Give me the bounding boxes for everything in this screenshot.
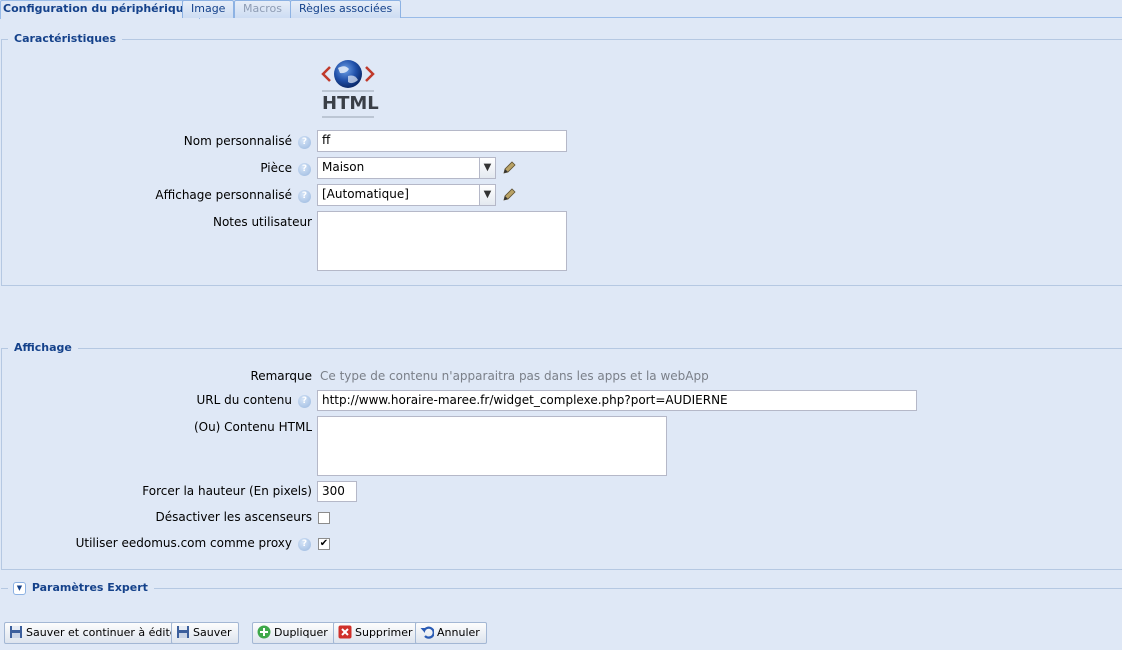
html-content-textarea[interactable] (317, 416, 667, 476)
url-input[interactable]: http://www.horaire-maree.fr/widget_compl… (317, 390, 917, 411)
remark-text: Ce type de contenu n'apparaitra pas dans… (320, 369, 709, 383)
floppy-disk-icon (10, 626, 22, 638)
cancel-label: Annuler (437, 626, 480, 639)
help-icon[interactable]: ? (298, 163, 311, 176)
cancel-button[interactable]: Annuler (415, 622, 487, 644)
chevron-down-icon[interactable]: ▼ (479, 184, 496, 206)
logo-text: HTML (322, 93, 379, 114)
remark-label: Remarque (250, 369, 312, 383)
proxy-label: Utiliser eedomus.com comme proxy (75, 536, 292, 550)
help-icon[interactable]: ? (298, 395, 311, 408)
undo-icon (420, 626, 434, 639)
display-label: Affichage personnalisé (155, 188, 292, 202)
expert-section-rule (1, 588, 1122, 589)
help-icon[interactable]: ? (298, 190, 311, 203)
chevron-down-icon[interactable]: ▼ (479, 157, 496, 179)
floppy-disk-icon (177, 626, 189, 638)
save-continue-button[interactable]: Sauver et continuer à éditer (4, 622, 189, 644)
delete-button[interactable]: Supprimer (333, 622, 420, 644)
notes-label: Notes utilisateur (212, 215, 312, 229)
html-globe-icon: HTML (318, 56, 380, 120)
custom-name-input[interactable]: ff (317, 130, 567, 152)
url-label: URL du contenu (196, 393, 292, 407)
delete-icon (338, 625, 352, 639)
scroll-checkbox[interactable] (318, 512, 330, 524)
tab-image[interactable]: Image (182, 0, 235, 18)
help-icon[interactable]: ? (298, 538, 311, 551)
plus-circle-icon (257, 625, 271, 639)
tab-configuration[interactable]: Configuration du périphérique (0, 0, 201, 19)
html-content-label: (Ou) Contenu HTML (193, 420, 312, 434)
delete-label: Supprimer (355, 626, 413, 639)
scroll-label: Désactiver les ascenseurs (155, 510, 313, 524)
room-label: Pièce (260, 161, 292, 175)
expert-toggle[interactable]: ▼ Paramètres Expert (8, 580, 154, 596)
save-button[interactable]: Sauver (171, 622, 239, 644)
custom-name-label: Nom personnalisé (183, 134, 292, 148)
help-icon[interactable]: ? (298, 136, 311, 149)
room-select[interactable]: Maison (317, 157, 480, 179)
height-label: Forcer la hauteur (En pixels) (142, 484, 312, 498)
pencil-icon[interactable] (501, 187, 517, 203)
height-input[interactable]: 300 (317, 481, 357, 502)
characteristics-legend: Caractéristiques (8, 32, 123, 45)
expert-legend: Paramètres Expert (31, 581, 148, 594)
pencil-icon[interactable] (501, 160, 517, 176)
display-select[interactable]: [Automatique] (317, 184, 480, 206)
affichage-legend: Affichage (8, 341, 78, 354)
tab-macros: Macros (234, 0, 292, 18)
tab-bar: Configuration du périphérique Image Macr… (0, 0, 1122, 19)
notes-textarea[interactable] (317, 211, 567, 271)
proxy-checkbox[interactable]: ✔ (318, 538, 330, 550)
save-continue-label: Sauver et continuer à éditer (26, 626, 182, 639)
tab-associated-rules[interactable]: Règles associées (290, 0, 402, 18)
chevron-down-icon: ▼ (13, 582, 26, 595)
save-label: Sauver (193, 626, 232, 639)
duplicate-button[interactable]: Dupliquer (252, 622, 335, 644)
duplicate-label: Dupliquer (274, 626, 328, 639)
